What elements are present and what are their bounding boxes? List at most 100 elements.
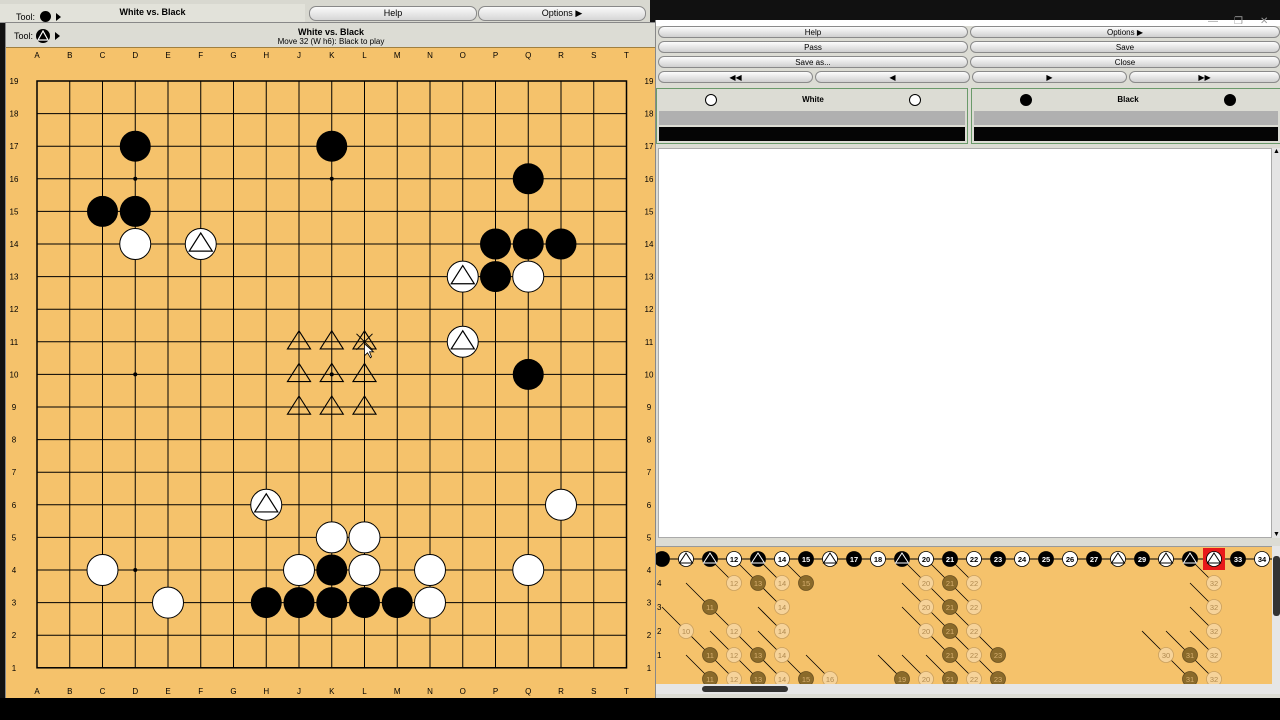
tree-node[interactable]: 12 bbox=[726, 575, 742, 591]
tree-horizontal-scrollbar[interactable] bbox=[656, 684, 1280, 694]
options-button[interactable]: Options ▶ bbox=[970, 26, 1280, 38]
tree-node[interactable]: 10 bbox=[678, 623, 694, 639]
black-stone[interactable] bbox=[119, 130, 151, 162]
tree-node[interactable]: 20 bbox=[918, 575, 934, 591]
tree-horizontal-thumb[interactable] bbox=[702, 686, 788, 692]
white-stone[interactable] bbox=[283, 554, 315, 586]
black-stone[interactable] bbox=[316, 587, 348, 619]
step-forward-button[interactable]: ▶ bbox=[972, 71, 1127, 83]
tree-node[interactable]: 22 bbox=[966, 599, 982, 615]
white-stone[interactable] bbox=[414, 554, 446, 586]
tree-node[interactable] bbox=[822, 551, 838, 567]
tree-node[interactable]: 32 bbox=[1206, 599, 1222, 615]
tree-node[interactable]: 20 bbox=[918, 599, 934, 615]
tree-node[interactable]: 25 bbox=[1038, 551, 1054, 567]
black-stone[interactable] bbox=[381, 587, 413, 619]
tree-node[interactable]: 14 bbox=[774, 623, 790, 639]
game-tree-canvas[interactable]: 432112 13 14 15141110 12 1411 12 13 1411 12 13 14 15… bbox=[656, 547, 1280, 691]
tree-node[interactable]: 32 bbox=[1206, 623, 1222, 639]
tree-node[interactable]: 14 bbox=[774, 551, 790, 567]
tree-node[interactable] bbox=[678, 551, 694, 567]
tree-node[interactable]: 26 bbox=[1062, 551, 1078, 567]
comment-textarea[interactable] bbox=[658, 148, 1272, 538]
tree-node[interactable]: 22 bbox=[966, 551, 982, 567]
tree-node[interactable]: 23 bbox=[990, 647, 1006, 663]
tree-node[interactable]: 14 bbox=[774, 647, 790, 663]
tree-node[interactable]: 23 bbox=[990, 551, 1006, 567]
tree-node[interactable]: 14 bbox=[774, 575, 790, 591]
black-stone[interactable] bbox=[512, 163, 544, 195]
tree-node[interactable] bbox=[656, 551, 670, 567]
tree-node[interactable]: 27 bbox=[1086, 551, 1102, 567]
tree-node[interactable]: 22 bbox=[966, 623, 982, 639]
tree-node[interactable] bbox=[750, 551, 766, 567]
tree-node[interactable]: 12 bbox=[726, 647, 742, 663]
tree-node[interactable]: 31 bbox=[1182, 647, 1198, 663]
tree-node[interactable]: 12 bbox=[726, 551, 742, 567]
black-stone[interactable] bbox=[316, 130, 348, 162]
tree-node[interactable]: 34 bbox=[1254, 551, 1270, 567]
tree-node[interactable]: 11 bbox=[702, 647, 718, 663]
background-options-button[interactable]: Options ▶ bbox=[478, 6, 646, 21]
tree-node[interactable]: 15 bbox=[798, 575, 814, 591]
white-stone[interactable] bbox=[119, 228, 152, 260]
tree-node[interactable]: 21 bbox=[942, 551, 958, 567]
black-stone[interactable] bbox=[87, 195, 118, 227]
tree-node[interactable]: 13 bbox=[750, 575, 766, 591]
tree-node[interactable] bbox=[1182, 551, 1198, 567]
go-board-area[interactable]: A A B B C C D D E E F F G G H H J J K K L L M M N N O O P P Q Q R R S S T T 19… bbox=[6, 47, 656, 700]
tree-node[interactable]: 21 bbox=[942, 575, 958, 591]
white-stone[interactable] bbox=[348, 554, 381, 586]
white-stone[interactable] bbox=[512, 260, 545, 293]
tree-node[interactable]: 32 bbox=[1206, 575, 1222, 591]
tree-node[interactable] bbox=[1110, 551, 1126, 567]
black-stone[interactable] bbox=[316, 554, 348, 586]
white-stone[interactable] bbox=[545, 488, 577, 521]
tree-node[interactable] bbox=[1203, 548, 1225, 570]
tree-node[interactable] bbox=[894, 551, 910, 567]
black-stone[interactable] bbox=[119, 195, 151, 227]
tree-node[interactable]: 20 bbox=[918, 623, 934, 639]
black-stone[interactable] bbox=[480, 228, 511, 260]
tree-node[interactable]: 21 bbox=[942, 647, 958, 663]
tree-vertical-scrollbar[interactable] bbox=[1272, 546, 1280, 684]
tree-node[interactable]: 21 bbox=[942, 599, 958, 615]
black-stone[interactable] bbox=[480, 261, 511, 293]
tree-node[interactable]: 32 bbox=[1206, 647, 1222, 663]
white-stone[interactable] bbox=[414, 586, 446, 619]
tree-node[interactable]: 13 bbox=[750, 647, 766, 663]
close-button[interactable]: Close bbox=[970, 56, 1280, 68]
comment-scrollbar[interactable]: ▲ ▼ bbox=[1272, 148, 1280, 538]
step-back-button[interactable]: ◀ bbox=[815, 71, 970, 83]
black-stone[interactable] bbox=[283, 587, 315, 619]
tree-node[interactable] bbox=[702, 551, 718, 567]
game-tree[interactable]: 4 3 2 1 12 13 14 15 14 11 10 12 14 11 12 13 14 11 12 13 14 15… bbox=[656, 546, 1280, 691]
tree-node[interactable]: 18 bbox=[870, 551, 886, 567]
black-stone[interactable] bbox=[512, 358, 544, 390]
tree-node[interactable]: 20 bbox=[918, 551, 934, 567]
tree-node[interactable]: 14 bbox=[774, 599, 790, 615]
tree-node[interactable]: 29 bbox=[1134, 551, 1150, 567]
tree-node[interactable]: 15 bbox=[798, 551, 814, 567]
white-stone[interactable] bbox=[512, 554, 545, 586]
tree-node[interactable]: 11 bbox=[702, 599, 718, 615]
background-help-button[interactable]: Help bbox=[309, 6, 477, 21]
scroll-up-icon[interactable]: ▲ bbox=[1273, 148, 1280, 155]
tree-vertical-thumb[interactable] bbox=[1273, 556, 1280, 616]
white-stone[interactable] bbox=[315, 521, 348, 554]
tree-node[interactable]: 30 bbox=[1158, 647, 1174, 663]
go-board[interactable]: AABBCCDDEEFFGGHHJJKKLLMMNNOOPPQQRRSSTT19… bbox=[6, 48, 656, 700]
tree-node[interactable]: 12 bbox=[726, 623, 742, 639]
white-stone[interactable] bbox=[348, 521, 381, 554]
tree-node[interactable]: 17 bbox=[846, 551, 862, 567]
scroll-down-icon[interactable]: ▼ bbox=[1273, 531, 1280, 538]
tree-node[interactable]: 22 bbox=[966, 647, 982, 663]
white-stone[interactable] bbox=[152, 586, 184, 619]
fast-forward-button[interactable]: ▶▶ bbox=[1129, 71, 1280, 83]
pass-button[interactable]: Pass bbox=[658, 41, 968, 53]
tree-node[interactable]: 22 bbox=[966, 575, 982, 591]
tree-node[interactable]: 33 bbox=[1230, 551, 1246, 567]
black-stone[interactable] bbox=[349, 587, 380, 619]
black-stone[interactable] bbox=[512, 228, 544, 260]
fast-backward-button[interactable]: ◀◀ bbox=[658, 71, 813, 83]
